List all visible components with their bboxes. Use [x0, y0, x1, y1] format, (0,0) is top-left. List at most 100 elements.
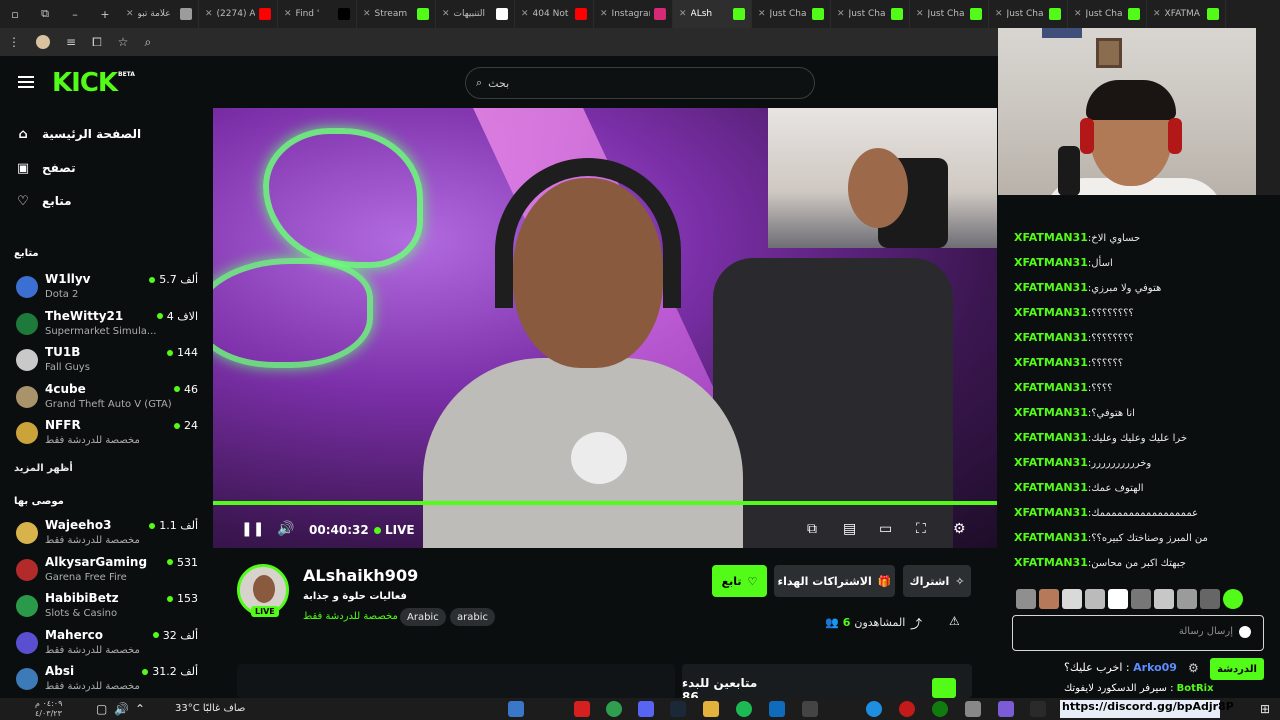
chat-username[interactable]: XFATMAN31: [1014, 431, 1088, 444]
browser-tab[interactable]: ✕ Stream: [357, 0, 436, 28]
theater-mode-icon[interactable]: ▭: [879, 521, 892, 537]
chat-username[interactable]: XFATMAN31: [1014, 306, 1088, 319]
chat-username[interactable]: XFATMAN31: [1014, 281, 1088, 294]
chat-message-input[interactable]: إرسال رسالة: [1012, 615, 1264, 651]
chat-settings-gear-icon[interactable]: ⚙: [1188, 661, 1199, 675]
bot-user[interactable]: BotRix: [1177, 683, 1214, 694]
network-tray-icon[interactable]: ⌃: [135, 702, 145, 716]
stream-category[interactable]: مخصصة للدردشة فقط: [303, 611, 398, 622]
settings-gear-icon[interactable]: ⚙: [953, 521, 966, 537]
pause-icon[interactable]: ❚❚: [241, 521, 264, 537]
pinned-user[interactable]: Arko09: [1133, 661, 1177, 674]
close-icon[interactable]: ✕: [1074, 9, 1082, 19]
browser-tab[interactable]: ✕ 404 Not: [515, 0, 594, 28]
discord-icon[interactable]: [638, 701, 654, 717]
browser-tab[interactable]: ✕ Just Cha: [831, 0, 910, 28]
chat-send-button[interactable]: الدردشة: [1210, 658, 1264, 680]
close-icon[interactable]: ✕: [837, 9, 845, 19]
close-icon[interactable]: ✕: [679, 9, 687, 19]
chat-username[interactable]: XFATMAN31: [1014, 556, 1088, 569]
browser-tab[interactable]: ✕ Just Cha: [989, 0, 1068, 28]
app-icon-3[interactable]: [802, 701, 818, 717]
sidebar-channel[interactable]: TheWitty21 Supermarket Simula... 4 الاف: [16, 309, 202, 343]
close-icon[interactable]: ✕: [916, 9, 924, 19]
close-icon[interactable]: ✕: [205, 9, 213, 19]
sidebar-channel[interactable]: Maherco مخصصة للدردشة فقط 32 ألف: [16, 628, 202, 662]
video-player[interactable]: [213, 108, 997, 548]
chat-username[interactable]: XFATMAN31: [1014, 481, 1088, 494]
gift-subs-button[interactable]: الاشتراكات الهداء 🎁: [774, 565, 895, 597]
discord-link[interactable]: https://discord.gg/bpAdjr8P: [1060, 700, 1234, 718]
more-menu-icon[interactable]: ⋮: [8, 35, 20, 49]
close-icon[interactable]: ✕: [1153, 9, 1161, 19]
tag-arabic[interactable]: Arabic: [400, 608, 446, 626]
video-progress-bar[interactable]: [213, 501, 997, 505]
reading-list-icon[interactable]: ≡: [66, 35, 76, 49]
chat-username[interactable]: XFATMAN31: [1014, 406, 1088, 419]
hamburger-menu-icon[interactable]: [18, 76, 34, 88]
chat-username[interactable]: XFATMAN31: [1014, 531, 1088, 544]
close-icon[interactable]: ✕: [284, 9, 292, 19]
nav-following[interactable]: ♡ متابع: [16, 190, 71, 212]
spotify-icon[interactable]: [736, 701, 752, 717]
app-icon-6[interactable]: [1030, 701, 1046, 717]
sidebar-channel[interactable]: Wajeeho3 مخصصة للدردشة فقط 1.1 ألف: [16, 518, 202, 552]
file-explorer-icon[interactable]: [703, 701, 719, 717]
browser-tab[interactable]: ✕ Find ': [278, 0, 357, 28]
close-icon[interactable]: ✕: [995, 9, 1003, 19]
edge-icon[interactable]: [866, 701, 882, 717]
volume-tray-icon[interactable]: 🔊: [114, 702, 129, 716]
outlook-icon[interactable]: [769, 701, 785, 717]
sidebar-channel[interactable]: W1llyv Dota 2 5.7 ألف: [16, 272, 202, 306]
extensions-icon[interactable]: ⧠: [92, 35, 102, 50]
chat-username[interactable]: XFATMAN31: [1014, 331, 1088, 344]
fullscreen-icon[interactable]: ⛶: [916, 521, 926, 537]
steam-icon[interactable]: [670, 701, 686, 717]
sidebar-channel[interactable]: NFFR مخصصة للدردشة فقط 24: [16, 418, 202, 452]
chat-username[interactable]: XFATMAN31: [1014, 231, 1088, 244]
notifications-icon[interactable]: ▢: [96, 702, 107, 716]
browser-tab[interactable]: ✕ Just Cha: [910, 0, 989, 28]
bookmark-star-icon[interactable]: ☆: [118, 35, 129, 49]
volume-icon[interactable]: 🔊: [277, 521, 294, 537]
chat-username[interactable]: XFATMAN31: [1014, 506, 1088, 519]
window-menu-icon[interactable]: ▫: [0, 8, 30, 21]
kick-logo[interactable]: KICK: [52, 68, 118, 98]
minimize-icon[interactable]: –: [60, 8, 90, 21]
chat-username[interactable]: XFATMAN31: [1014, 381, 1088, 394]
channel-name[interactable]: ALshaikh909: [303, 566, 418, 585]
app-icon-2[interactable]: [574, 701, 590, 717]
app-icon-1[interactable]: [508, 701, 524, 717]
profile-avatar[interactable]: [36, 35, 50, 49]
app-icon-5[interactable]: [998, 701, 1014, 717]
show-more-link[interactable]: أظهر المزيد: [14, 463, 73, 474]
browser-tab[interactable]: ✕ Just Cha: [752, 0, 831, 28]
clip-icon[interactable]: ▤: [843, 521, 856, 537]
nav-home[interactable]: ⌂ الصفحة الرئيسية: [16, 123, 141, 145]
tab-search-icon[interactable]: ⧉: [30, 7, 60, 21]
sidebar-channel[interactable]: 4cube Grand Theft Auto V (GTA) 46: [16, 382, 202, 416]
emote-bar[interactable]: [1016, 589, 1266, 611]
close-icon[interactable]: ✕: [758, 9, 766, 19]
browser-tab[interactable]: ✕ XFATMA: [1147, 0, 1226, 28]
search-icon[interactable]: ⌕: [144, 35, 151, 50]
chat-username[interactable]: XFATMAN31: [1014, 456, 1088, 469]
follow-button[interactable]: تابع ♡: [712, 565, 767, 597]
sidebar-channel[interactable]: HabibiBetz Slots & Casino 153: [16, 591, 202, 625]
sidebar-channel[interactable]: AlkysarGaming Garena Free Fire 531: [16, 555, 202, 589]
taskbar-clock[interactable]: ٠٤:٠٩ م ٤/٠٣/٢٣: [35, 699, 62, 719]
close-icon[interactable]: ✕: [126, 9, 134, 19]
subscribe-button[interactable]: اشتراك ✧: [903, 565, 971, 597]
chat-username[interactable]: XFATMAN31: [1014, 356, 1088, 369]
app-icon-4[interactable]: [899, 701, 915, 717]
close-icon[interactable]: ✕: [600, 9, 608, 19]
start-windows-icon[interactable]: ⊞: [1260, 702, 1270, 716]
browser-tab[interactable]: ✕ علامة تبو: [120, 0, 199, 28]
chrome-icon[interactable]: [606, 701, 622, 717]
settings-app-icon[interactable]: [965, 701, 981, 717]
browser-tab[interactable]: ✕Instagran: [594, 0, 673, 28]
report-warning-icon[interactable]: ⚠: [949, 614, 960, 628]
share-icon[interactable]: ⤴: [910, 615, 922, 632]
search-input[interactable]: ⌕ بحث: [465, 67, 815, 99]
miniplayer-icon[interactable]: ⧉: [807, 521, 817, 537]
